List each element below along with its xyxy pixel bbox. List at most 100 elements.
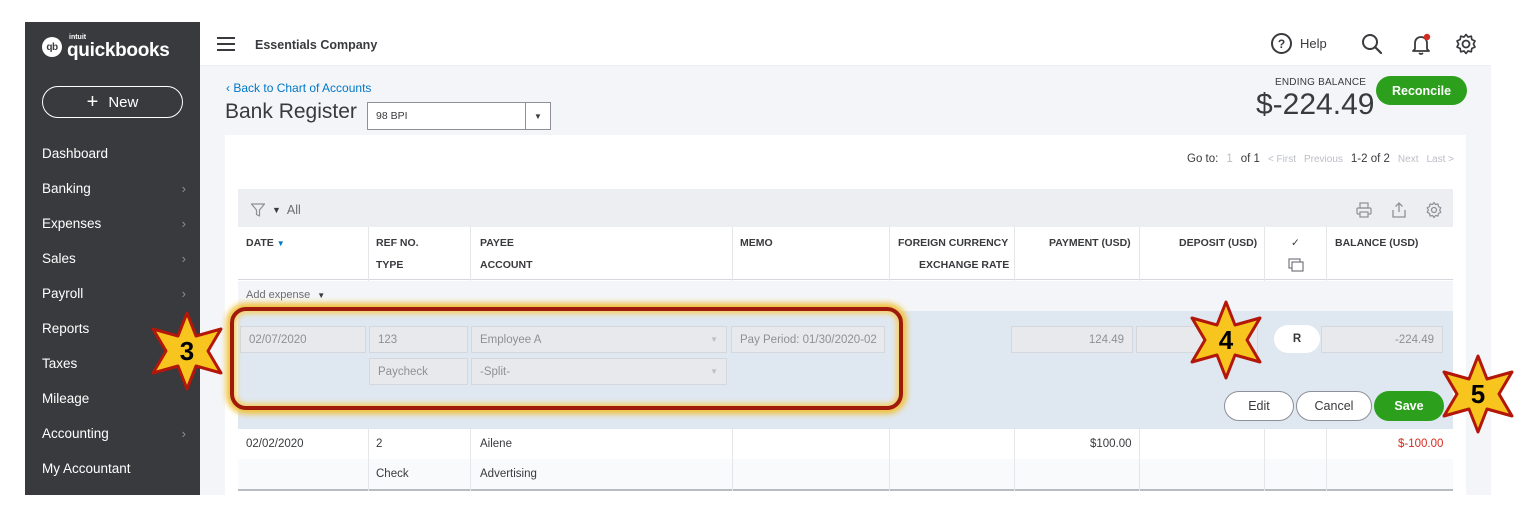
notification-bell-icon[interactable] xyxy=(1409,32,1433,56)
next-page-link[interactable]: Next xyxy=(1398,154,1419,165)
edit-date-field[interactable]: 02/07/2020 xyxy=(240,326,366,353)
add-expense-dropdown[interactable]: Add expense ▼ xyxy=(246,289,325,301)
edit-button[interactable]: Edit xyxy=(1224,391,1294,421)
column-header-date-label: DATE xyxy=(246,237,274,249)
search-icon[interactable] xyxy=(1360,32,1384,56)
help-button[interactable]: ? Help xyxy=(1271,33,1327,54)
column-divider xyxy=(732,227,733,281)
sort-desc-icon: ▼ xyxy=(276,239,285,248)
pagination: Go to: 1 of 1 < First Previous 1-2 of 2 … xyxy=(1187,153,1454,165)
chevron-right-icon: › xyxy=(181,426,186,441)
chevron-left-icon: ‹ xyxy=(226,81,230,95)
chevron-right-icon: › xyxy=(181,181,186,196)
row-type: Check xyxy=(376,468,409,480)
sidebar-item-label: Mileage xyxy=(42,391,90,406)
left-sidebar: qb intuit quickbooks + New Dashboard Ban… xyxy=(25,22,200,495)
sidebar-item-dashboard[interactable]: Dashboard xyxy=(25,136,200,171)
chevron-right-icon: › xyxy=(181,286,186,301)
edit-memo-field[interactable]: Pay Period: 01/30/2020-02 xyxy=(731,326,885,353)
new-button[interactable]: + New xyxy=(42,86,183,118)
edit-account-select[interactable]: -Split- ▼ xyxy=(471,358,727,385)
sidebar-item-reports[interactable]: Reports xyxy=(25,311,200,346)
goto-page-input[interactable]: 1 xyxy=(1226,153,1232,165)
ending-balance-label: ENDING BALANCE xyxy=(1275,77,1367,88)
first-page-link[interactable]: < First xyxy=(1268,154,1296,165)
back-to-chart-of-accounts-link[interactable]: ‹ Back to Chart of Accounts xyxy=(226,81,371,95)
sidebar-item-mileage[interactable]: Mileage xyxy=(25,381,200,416)
column-divider xyxy=(1014,429,1015,491)
menu-hamburger-icon[interactable] xyxy=(217,37,235,51)
column-header-reconciled-check: ✓ xyxy=(1291,237,1300,249)
sidebar-item-label: Banking xyxy=(42,181,91,196)
sidebar-item-label: Reports xyxy=(42,321,90,336)
edit-balance-field: -224.49 xyxy=(1321,326,1443,353)
column-divider xyxy=(470,227,471,281)
filter-bar: ▼ All xyxy=(238,189,1453,227)
sidebar-nav: Dashboard Banking › Expenses › Sales › Payr… xyxy=(25,136,200,486)
edit-payee-value: Employee A xyxy=(480,334,542,346)
edit-deposit-field[interactable] xyxy=(1136,326,1258,353)
new-button-label: New xyxy=(108,93,139,111)
column-divider xyxy=(1139,429,1140,491)
reconcile-status-toggle[interactable]: R xyxy=(1274,325,1320,353)
page-range-text: 1-2 of 2 xyxy=(1350,153,1390,165)
edit-payee-select[interactable]: Employee A ▼ xyxy=(471,326,727,353)
last-page-link[interactable]: Last > xyxy=(1426,154,1454,165)
sidebar-item-accounting[interactable]: Accounting › xyxy=(25,416,200,451)
account-select-value: 98 BPI xyxy=(376,110,408,122)
company-name: Essentials Company xyxy=(255,38,378,52)
settings-gear-icon[interactable] xyxy=(1454,32,1478,56)
top-bar: Essentials Company ? Help xyxy=(200,22,1491,66)
sidebar-item-label: Expenses xyxy=(42,216,102,231)
export-icon[interactable] xyxy=(1390,201,1408,219)
add-expense-row: Add expense ▼ xyxy=(238,281,1453,311)
caret-down-icon: ▼ xyxy=(317,291,326,300)
column-divider xyxy=(368,227,369,281)
column-header-memo: MEMO xyxy=(740,237,773,249)
caret-down-icon: ▼ xyxy=(710,335,718,344)
chevron-right-icon: › xyxy=(181,216,186,231)
register-content: Go to: 1 of 1 < First Previous 1-2 of 2 … xyxy=(225,135,1466,495)
save-button[interactable]: Save xyxy=(1374,391,1444,421)
column-divider xyxy=(1326,429,1327,491)
sidebar-item-payroll[interactable]: Payroll › xyxy=(25,276,200,311)
column-header-payee: PAYEE xyxy=(480,237,514,249)
caret-down-icon: ▼ xyxy=(272,205,281,215)
table-row[interactable]: 02/02/2020 2 Check Ailene Advertising $1… xyxy=(238,429,1453,491)
account-select[interactable]: 98 BPI ▼ xyxy=(367,102,551,130)
column-divider xyxy=(1014,227,1015,281)
row-payment: $100.00 xyxy=(1090,438,1132,450)
print-icon[interactable] xyxy=(1355,201,1373,219)
goto-label: Go to: xyxy=(1187,153,1219,165)
sidebar-item-taxes[interactable]: Taxes xyxy=(25,346,200,381)
column-header-balance: BALANCE (USD) xyxy=(1335,237,1419,249)
column-divider xyxy=(470,429,471,491)
column-header-type: TYPE xyxy=(376,259,404,271)
sidebar-item-label: Accounting xyxy=(42,426,109,441)
cancel-button[interactable]: Cancel xyxy=(1296,391,1372,421)
back-link-label: Back to Chart of Accounts xyxy=(233,81,372,95)
qb-logo-icon: qb xyxy=(42,37,62,57)
copy-rows-icon[interactable] xyxy=(1288,258,1304,272)
row-ref-no: 2 xyxy=(376,438,383,450)
sidebar-item-banking[interactable]: Banking › xyxy=(25,171,200,206)
page-title: Bank Register xyxy=(225,100,357,123)
edit-payment-field[interactable]: 124.49 xyxy=(1011,326,1133,353)
previous-page-link[interactable]: Previous xyxy=(1304,154,1343,165)
edit-ref-no-field[interactable]: 123 xyxy=(369,326,468,353)
reconcile-button[interactable]: Reconcile xyxy=(1376,76,1467,105)
register-table: ▼ All DATE ▼ REF NO. TYPE PAYEE ACCOUNT … xyxy=(238,189,1453,495)
sidebar-item-expenses[interactable]: Expenses › xyxy=(25,206,200,241)
sidebar-item-label: Sales xyxy=(42,251,76,266)
table-settings-gear-icon[interactable] xyxy=(1425,201,1443,219)
table-header: DATE ▼ REF NO. TYPE PAYEE ACCOUNT MEMO F… xyxy=(238,227,1453,280)
caret-down-icon: ▼ xyxy=(710,367,718,376)
filter-dropdown[interactable]: ▼ All xyxy=(250,202,301,218)
quickbooks-logo[interactable]: qb intuit quickbooks xyxy=(42,34,170,60)
column-header-date[interactable]: DATE ▼ xyxy=(246,237,285,249)
column-header-deposit: DEPOSIT (USD) xyxy=(1179,237,1258,249)
sidebar-item-my-accountant[interactable]: My Accountant xyxy=(25,451,200,486)
column-header-ref-no: REF NO. xyxy=(376,237,419,249)
sidebar-item-sales[interactable]: Sales › xyxy=(25,241,200,276)
column-header-foreign-currency: FOREIGN CURRENCY xyxy=(898,237,1009,249)
